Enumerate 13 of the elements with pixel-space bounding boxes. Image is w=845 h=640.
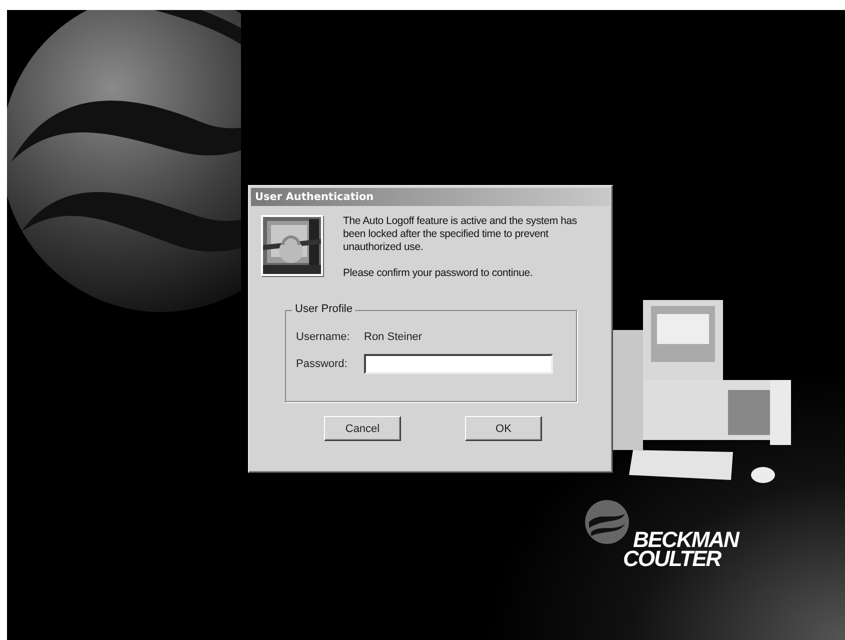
ok-button[interactable]: OK [465, 416, 542, 441]
globe-logo-icon [585, 500, 629, 544]
password-field[interactable] [364, 354, 553, 374]
window-title: User Authentication [251, 188, 610, 206]
field-label: Password: [296, 358, 348, 370]
field-label: Username: [296, 331, 351, 343]
group-title: User Profile [292, 303, 356, 315]
message-text: The Auto Logoff feature is active and the system has been locked after the specified time to prevent unauthorized use. [343, 215, 578, 254]
username-value: Ron Steiner [364, 331, 422, 343]
message-text: Please confirm your password to continue. [343, 267, 534, 280]
brand-name: BECKMAN [633, 530, 738, 549]
brand-name: COULTER [623, 549, 722, 568]
cancel-button[interactable]: Cancel [324, 416, 401, 441]
